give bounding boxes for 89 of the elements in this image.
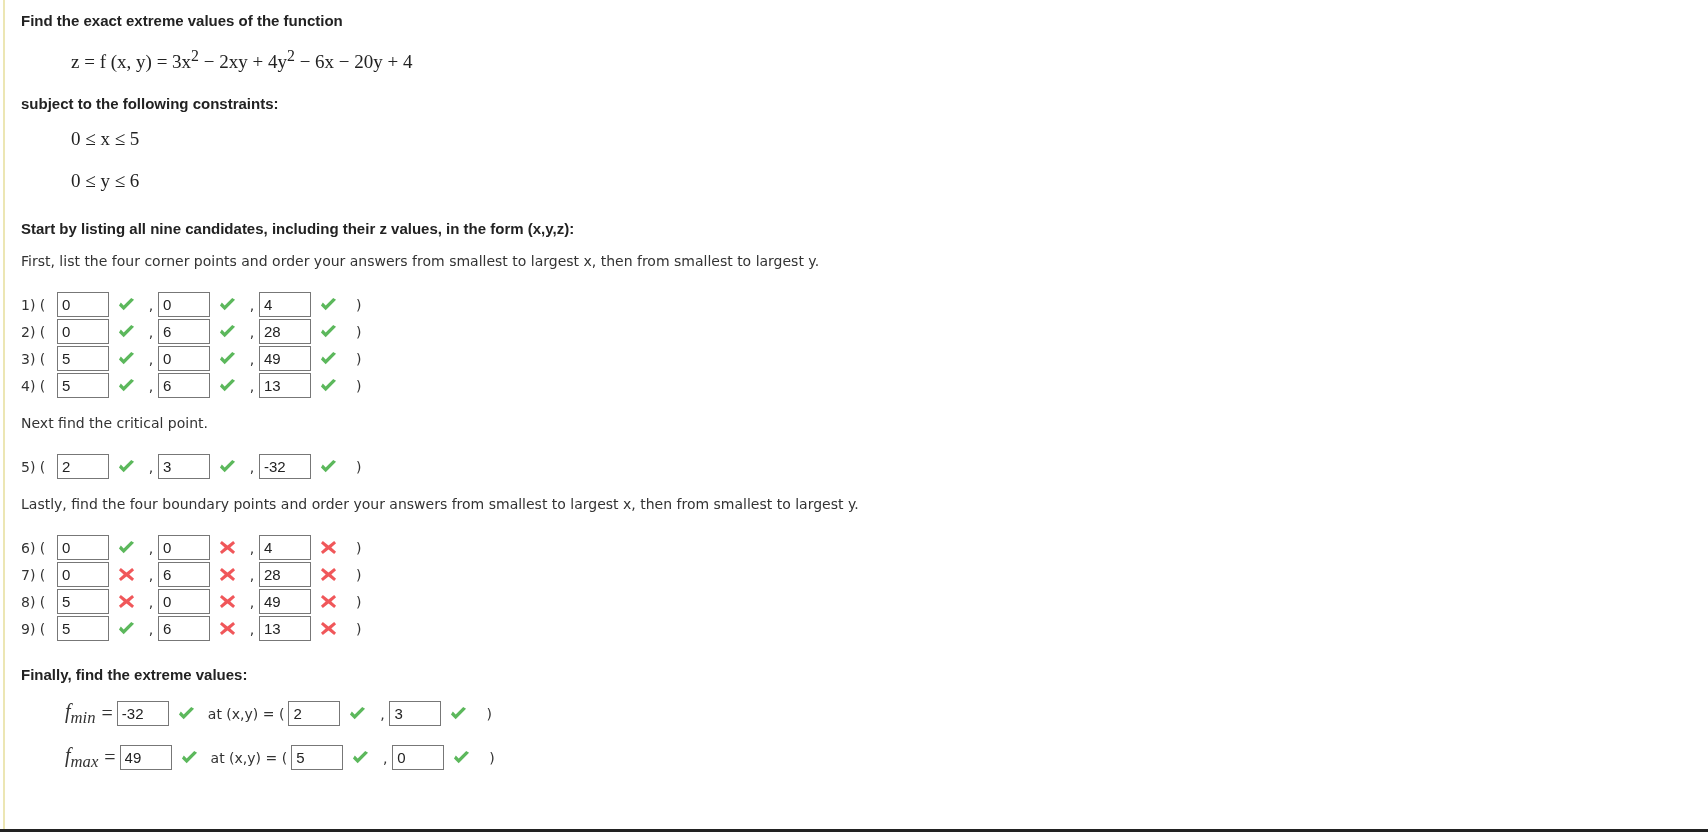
comma-separator: , [147, 377, 155, 394]
question-text: Find the exact extreme values of the function [21, 12, 344, 29]
equals-sign: = [101, 702, 113, 725]
answer-field[interactable]: 0 [392, 745, 445, 770]
comma-separator: , [147, 296, 155, 313]
answer-field[interactable]: -32 [259, 454, 311, 479]
answer-field[interactable]: 2 [288, 701, 341, 726]
answer-field[interactable]: 6 [158, 373, 210, 398]
row-label: 9) ( [21, 620, 47, 637]
instruction-text: Lastly, find the four boundary points and order your answers from smallest to largest x, then from smallest to largest y. [21, 496, 860, 512]
row-label: 2) ( [21, 323, 47, 340]
instruction-text: First, list the four corner points and order your answers from smallest to largest x, then from smallest to largest y. [21, 253, 821, 269]
comma-separator: , [248, 593, 256, 610]
comma-separator: , [248, 539, 256, 556]
comma-separator: , [248, 566, 256, 583]
row-label: 7) ( [21, 566, 47, 583]
answer-field[interactable]: 28 [259, 319, 311, 344]
function-formula: z = f (x, y) = 3x$^{2}$ − 2xy + 4y$^{2}$ − 6x − 20y + 4 [71, 47, 414, 73]
closing-parenthesis: ) [489, 749, 495, 766]
answer-field[interactable]: 3 [158, 454, 210, 479]
row-label: 6) ( [21, 539, 47, 556]
comma-separator: , [147, 458, 155, 475]
comma-separator: , [381, 749, 389, 766]
instruction-text: Next find the critical point. [21, 415, 209, 431]
answer-field[interactable]: 6 [158, 319, 210, 344]
answer-field[interactable]: 5 [291, 745, 344, 770]
closing-parenthesis: ) [356, 539, 362, 556]
answer-field[interactable]: 0 [57, 292, 109, 317]
comma-separator: , [248, 458, 256, 475]
row-label: 3) ( [21, 350, 47, 367]
comma-separator: , [147, 593, 155, 610]
comma-separator: , [379, 705, 386, 722]
answer-field[interactable]: 5 [57, 589, 109, 614]
comma-separator: , [248, 323, 256, 340]
comma-separator: , [248, 296, 256, 313]
comma-separator: , [147, 539, 155, 556]
constraint-formula: 0 ≤ y ≤ 6 [71, 170, 141, 193]
row-label: 1) ( [21, 296, 47, 313]
answer-field[interactable]: 13 [259, 373, 311, 398]
closing-parenthesis: ) [356, 296, 362, 313]
answer-field[interactable]: 5 [57, 346, 109, 371]
answer-field[interactable]: 49 [119, 745, 172, 770]
closing-parenthesis: ) [356, 458, 362, 475]
answer-field[interactable]: 13 [259, 616, 311, 641]
section-heading: Start by listing all nine candidates, including their z values, in the form (x,y,z): [21, 220, 576, 237]
answer-field[interactable]: 0 [158, 535, 210, 560]
comma-separator: , [147, 620, 155, 637]
answer-field[interactable]: 0 [57, 535, 109, 560]
answer-field[interactable]: 3 [389, 701, 442, 726]
answer-field[interactable]: 6 [158, 616, 210, 641]
closing-parenthesis: ) [356, 377, 362, 394]
row-label: 4) ( [21, 377, 47, 394]
comma-separator: , [147, 566, 155, 583]
answer-field[interactable]: -32 [116, 701, 169, 726]
answer-field[interactable]: 5 [57, 616, 109, 641]
closing-parenthesis: ) [356, 593, 362, 610]
answer-field[interactable]: 28 [259, 562, 311, 587]
closing-parenthesis: ) [486, 705, 492, 722]
answer-field[interactable]: 49 [259, 589, 311, 614]
answer-field[interactable]: 0 [57, 319, 109, 344]
answer-field[interactable]: 0 [158, 589, 210, 614]
comma-separator: , [147, 323, 155, 340]
answer-field[interactable]: 5 [57, 373, 109, 398]
constraint-formula: 0 ≤ x ≤ 5 [71, 128, 141, 151]
row-label: 5) ( [21, 458, 47, 475]
function-symbol: f$_{min}$ [65, 699, 96, 728]
section-heading: Finally, find the extreme values: [21, 666, 249, 683]
row-label: 8) ( [21, 593, 47, 610]
answer-field[interactable]: 0 [57, 562, 109, 587]
comma-separator: , [248, 620, 256, 637]
answer-field[interactable]: 4 [259, 535, 311, 560]
answer-field[interactable]: 49 [259, 346, 311, 371]
point-label: at (x,y) = ( [207, 705, 285, 722]
function-symbol: f$_{max}$ [65, 743, 99, 772]
comma-separator: , [248, 377, 256, 394]
closing-parenthesis: ) [356, 323, 362, 340]
answer-field[interactable]: 6 [158, 562, 210, 587]
answer-field[interactable]: 2 [57, 454, 109, 479]
point-label: at (x,y) = ( [210, 749, 288, 766]
answer-field[interactable]: 0 [158, 292, 210, 317]
constraints-heading: subject to the following constraints: [21, 95, 280, 112]
closing-parenthesis: ) [356, 620, 362, 637]
closing-parenthesis: ) [356, 350, 362, 367]
answer-field[interactable]: 4 [259, 292, 311, 317]
closing-parenthesis: ) [356, 566, 362, 583]
comma-separator: , [248, 350, 256, 367]
answer-field[interactable]: 0 [158, 346, 210, 371]
equals-sign: = [104, 746, 116, 769]
comma-separator: , [147, 350, 155, 367]
